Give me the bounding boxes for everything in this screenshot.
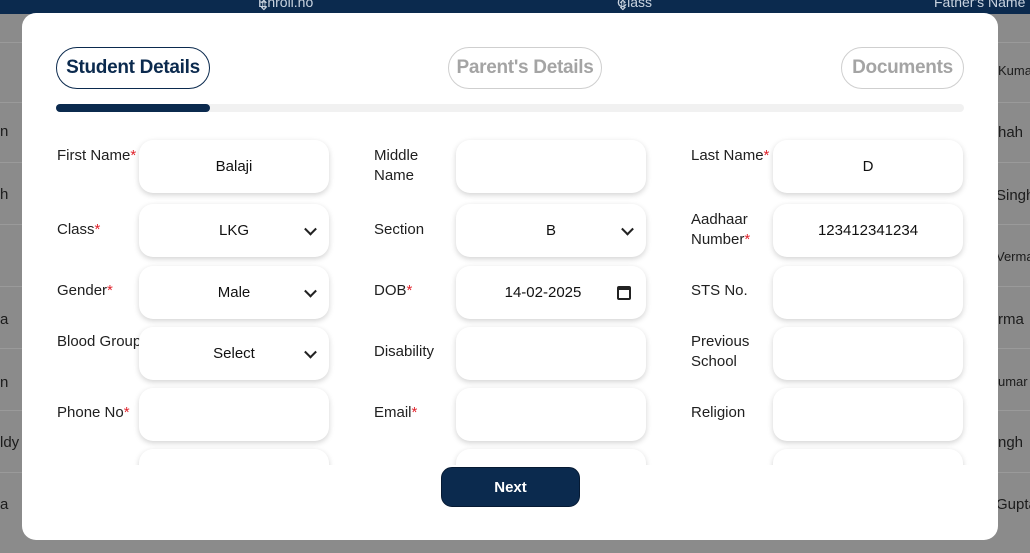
religion-field[interactable] (773, 388, 963, 441)
table-cell: n (0, 374, 9, 391)
sts-no-label: STS No. (691, 282, 748, 299)
student-form-modal: Student Details Parent's Details Documen… (22, 13, 998, 540)
table-cell: ngh (998, 434, 1024, 451)
blood-group-label: Blood Group (57, 333, 142, 350)
last-name-label: Last Name* (691, 147, 770, 164)
tab-documents[interactable]: Documents (841, 47, 964, 89)
dob-date-field[interactable]: 14-02-2025 (456, 266, 646, 319)
progress-bar (56, 104, 964, 112)
table-cell: Verma (996, 249, 1030, 264)
blood-group-select[interactable]: Select (139, 327, 329, 380)
tab-student-details[interactable]: Student Details (56, 47, 210, 89)
chevron-down-icon (304, 222, 317, 236)
chevron-down-icon (621, 222, 634, 236)
email-label: Email* (374, 404, 418, 421)
dob-label: DOB* (374, 282, 413, 299)
disability-field[interactable] (456, 327, 646, 380)
form-body[interactable]: First Name* Balaji Middle Name Last Name… (22, 127, 998, 465)
middle-name-label: Middle Name (374, 147, 419, 184)
chevron-down-icon (304, 345, 317, 359)
previous-school-label: Previous School (691, 333, 750, 370)
tab-parents-details[interactable]: Parent's Details (448, 47, 602, 89)
table-header: Enroll.no ⇕ Class ⇕ Father's Name (0, 0, 1030, 14)
chevron-down-icon (304, 284, 317, 298)
table-cell: rma (998, 311, 1024, 328)
calendar-icon[interactable] (617, 285, 631, 300)
phone-no-field[interactable] (139, 388, 329, 441)
table-cell: a (0, 496, 9, 513)
section-select[interactable]: B (456, 204, 646, 257)
class-label: Class* (57, 221, 101, 238)
religion-label: Religion (691, 404, 746, 421)
next-row-field[interactable] (139, 449, 329, 465)
progress-fill (56, 104, 211, 112)
first-name-field[interactable]: Balaji (139, 140, 329, 193)
table-cell: hah (998, 124, 1024, 141)
previous-school-field[interactable] (773, 327, 963, 380)
next-row-field[interactable] (456, 449, 646, 465)
last-name-field[interactable]: D (773, 140, 963, 193)
email-field[interactable] (456, 388, 646, 441)
disability-label: Disability (374, 343, 435, 360)
table-cell: n (0, 123, 9, 140)
aadhaar-number-label: Aadhaar Number* (691, 211, 751, 248)
next-button[interactable]: Next (441, 467, 580, 507)
gender-select[interactable]: Male (139, 266, 329, 319)
next-row-field[interactable] (773, 449, 963, 465)
class-select[interactable]: LKG (139, 204, 329, 257)
first-name-label: First Name* (57, 147, 137, 164)
column-header-enroll[interactable]: Enroll.no ⇕ (258, 0, 313, 14)
table-cell: Kuma (998, 63, 1030, 78)
sts-no-field[interactable] (773, 266, 963, 319)
phone-no-label: Phone No* (57, 404, 130, 421)
table-cell: Singh (996, 187, 1030, 204)
middle-name-field[interactable] (456, 140, 646, 193)
table-cell: ldy (0, 434, 20, 451)
column-header-class[interactable]: Class ⇕ (617, 0, 652, 14)
table-cell: a (0, 311, 9, 328)
table-cell: Gupta (996, 496, 1030, 513)
gender-label: Gender* (57, 282, 113, 299)
table-cell: h (0, 186, 9, 203)
aadhaar-number-field[interactable]: 123412341234 (773, 204, 963, 257)
section-label: Section (374, 221, 425, 238)
table-cell: umar (998, 374, 1028, 389)
